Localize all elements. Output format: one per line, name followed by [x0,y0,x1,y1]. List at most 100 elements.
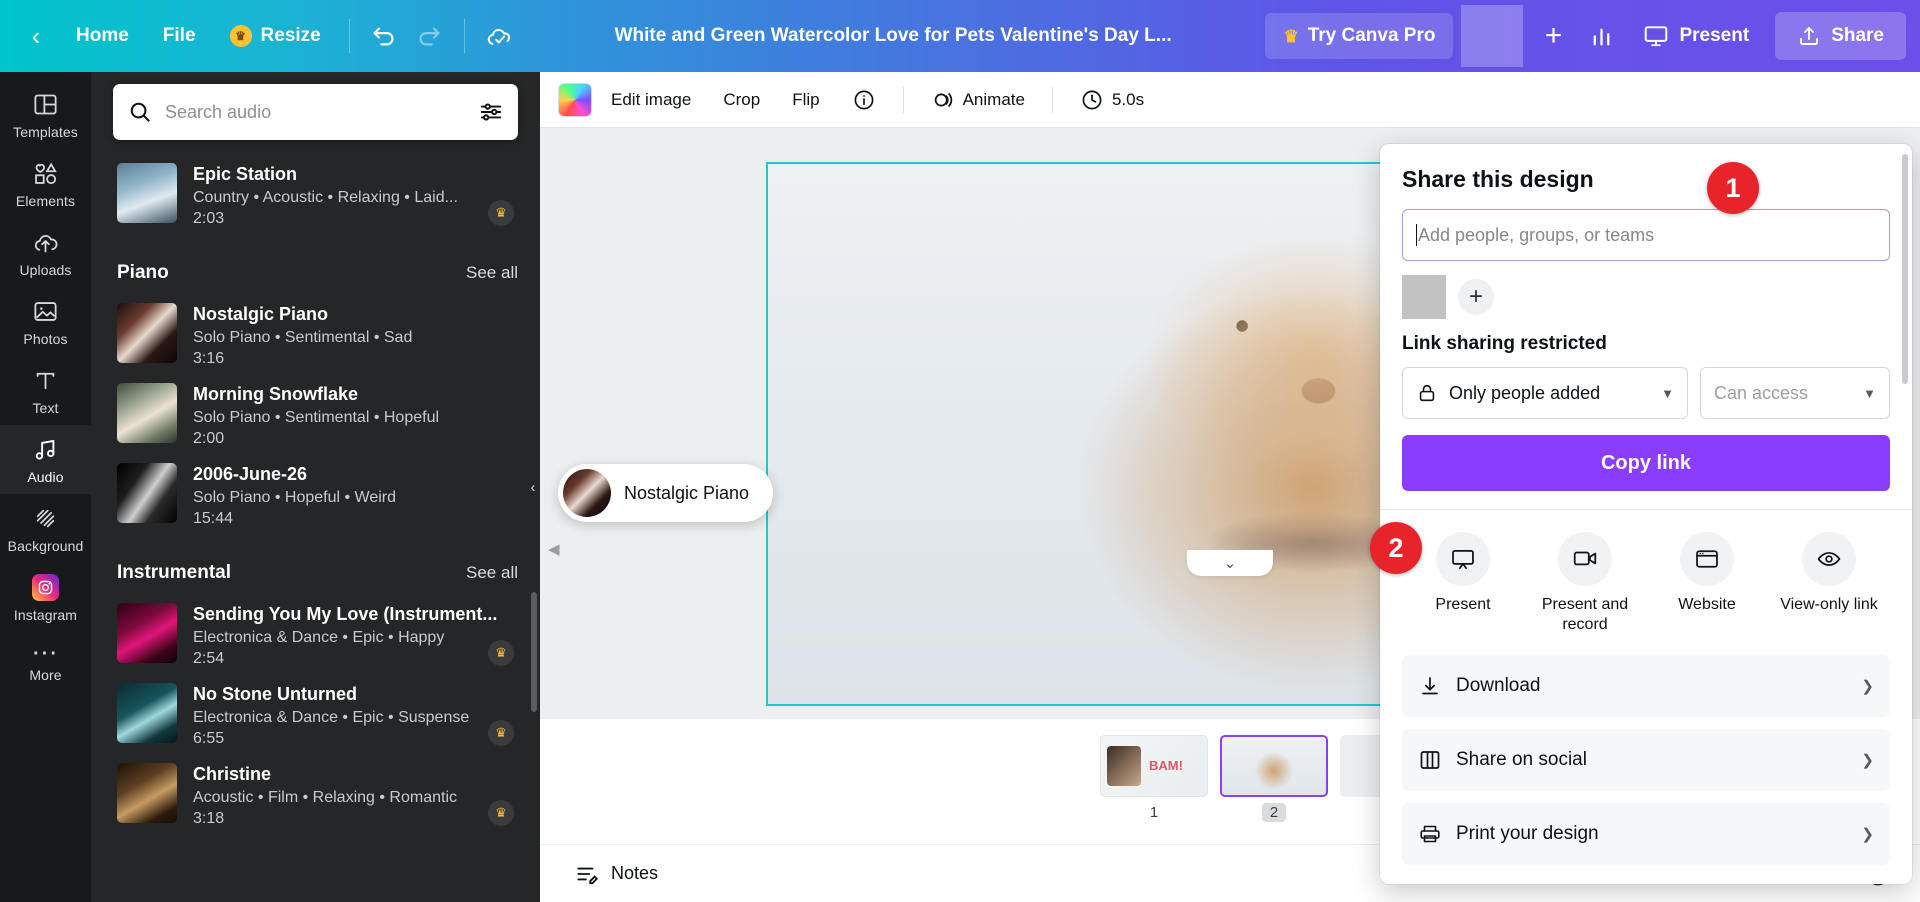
animate-button[interactable]: Animate [918,81,1038,119]
header-right-group: ♛ Try Canva Pro + Present [1265,0,1920,72]
add-collaborator-button[interactable]: + [1531,14,1575,58]
sidebar-item-audio[interactable]: Audio [0,425,91,494]
file-button[interactable]: File [147,14,212,58]
back-button[interactable]: ‹ [14,14,58,58]
list-item[interactable]: Nostalgic Piano Solo Piano • Sentimental… [117,296,518,376]
insights-button[interactable] [1579,14,1623,58]
crop-button[interactable]: Crop [710,81,773,119]
share-on-social-label: Share on social [1456,749,1587,771]
track-tags: Solo Piano • Sentimental • Hopeful [193,409,518,427]
text-caret [1416,224,1417,246]
left-rail: Templates Elements Uploads [0,72,91,902]
share-label: Share [1831,25,1884,47]
sidebar-item-text[interactable]: Text [0,356,91,425]
list-item[interactable]: 2006-June-26 Solo Piano • Hopeful • Weir… [117,456,518,536]
sidebar-item-instagram[interactable]: Instagram [0,563,91,632]
quick-action-present-and-record[interactable]: Present and record [1524,528,1646,639]
see-all-instrumental-button[interactable]: See all [466,563,518,583]
search-input[interactable]: Search audio [113,84,518,140]
annotation-badge-1: 1 [1707,162,1759,214]
list-item[interactable]: Morning Snowflake Solo Piano • Sentiment… [117,376,518,456]
try-canva-pro-button[interactable]: ♛ Try Canva Pro [1265,13,1453,59]
redo-icon [416,23,443,50]
share-button[interactable]: Share [1775,12,1906,60]
copy-link-button[interactable]: Copy link [1402,435,1890,491]
list-item[interactable]: Sending You My Love (Instrument... Elect… [117,596,518,676]
see-all-piano-button[interactable]: See all [466,263,518,283]
add-person-button[interactable]: + [1458,279,1494,315]
page-thumb-2[interactable]: 2 [1220,735,1328,822]
avatar[interactable] [1461,5,1523,67]
home-button[interactable]: Home [60,14,145,58]
text-icon [32,367,59,394]
page-thumb-image [1107,746,1141,786]
sidebar-item-elements[interactable]: Elements [0,149,91,218]
animate-icon [931,88,955,112]
sidebar-item-templates[interactable]: Templates [0,80,91,149]
canvas-audio-chip[interactable]: Nostalgic Piano [558,464,773,522]
timeline-prev-arrow[interactable]: ◀ [548,540,560,558]
track-thumbnail [117,463,177,523]
print-your-design-row[interactable]: Print your design ❯ [1402,803,1890,865]
track-tags: Electronica & Dance • Epic • Suspense [193,709,518,727]
track-duration: 3:16 [193,350,518,368]
share-on-social-row[interactable]: Share on social ❯ [1402,729,1890,791]
color-swatch-button[interactable] [558,83,592,117]
panel-scrollbar[interactable] [531,592,537,712]
chevron-right-icon: ❯ [1861,677,1874,695]
redo-button[interactable] [408,14,452,58]
cloud-saved-button[interactable] [477,14,521,58]
download-icon [1418,674,1442,698]
page-thumb-1[interactable]: BAM! 1 [1100,735,1208,822]
track-thumbnail [117,763,177,823]
quick-action-website[interactable]: Website [1646,528,1768,639]
panel-collapse-handle[interactable]: ‹ [525,456,540,518]
notes-button[interactable]: Notes [562,854,670,894]
info-button[interactable] [839,81,889,119]
track-meta: Morning Snowflake Solo Piano • Sentiment… [193,383,518,448]
resize-button[interactable]: ♛ Resize [214,14,337,58]
track-thumbnail [117,383,177,443]
share-panel-scrollbar[interactable] [1902,154,1908,384]
canva-editor: ‹ Home File ♛ Resize [0,0,1920,902]
track-tags: Country • Acoustic • Relaxing • Laid... [193,189,518,207]
notes-label: Notes [611,863,658,884]
toolbar-separator-2 [1052,87,1053,113]
sidebar-item-photos[interactable]: Photos [0,287,91,356]
track-meta: No Stone Unturned Electronica & Dance • … [193,683,518,748]
avatar[interactable] [1402,275,1446,319]
list-item[interactable]: Epic Station Country • Acoustic • Relaxi… [117,156,518,236]
list-item[interactable]: Christine Acoustic • Film • Relaxing • R… [117,756,518,836]
access-scope-select[interactable]: Only people added ▼ [1402,367,1688,419]
link-sharing-label: Link sharing restricted [1402,333,1890,355]
duration-button[interactable]: 5.0s [1067,81,1157,119]
list-item[interactable]: No Stone Unturned Electronica & Dance • … [117,676,518,756]
track-meta: Christine Acoustic • Film • Relaxing • R… [193,763,518,828]
page-thumbnail[interactable] [1220,735,1328,797]
sidebar-item-uploads[interactable]: Uploads [0,218,91,287]
add-people-input[interactable]: Add people, groups, or teams [1402,209,1890,261]
track-thumbnail [117,163,177,223]
section-title: Instrumental [117,562,231,584]
audio-panel: Epic Station Country • Acoustic • Relaxi… [91,72,540,902]
audio-panel-scroll[interactable]: Epic Station Country • Acoustic • Relaxi… [91,72,540,902]
download-row[interactable]: Download ❯ [1402,655,1890,717]
filter-icon[interactable] [478,99,504,125]
present-button[interactable]: Present [1627,13,1765,59]
edit-image-button[interactable]: Edit image [598,81,704,119]
page-collapse-button[interactable]: ⌄ [1187,550,1273,576]
undo-button[interactable] [362,14,406,58]
access-permission-select[interactable]: Can access ▼ [1700,367,1890,419]
page-thumbnail[interactable]: BAM! [1100,735,1208,797]
sidebar-item-background[interactable]: Background [0,494,91,563]
quick-action-view-only-link[interactable]: View-only link [1768,528,1890,639]
copy-link-label: Copy link [1601,452,1691,475]
design-title[interactable]: White and Green Watercolor Love for Pets… [521,25,1266,47]
share-panel: Share this design Add people, groups, or… [1380,144,1912,884]
notes-icon [574,861,600,887]
pro-crown-icon: ♛ [488,200,514,226]
instagram-icon [32,574,59,601]
sidebar-item-more[interactable]: ⋯ More [0,632,91,692]
flip-button[interactable]: Flip [779,81,832,119]
print-your-design-label: Print your design [1456,823,1599,845]
